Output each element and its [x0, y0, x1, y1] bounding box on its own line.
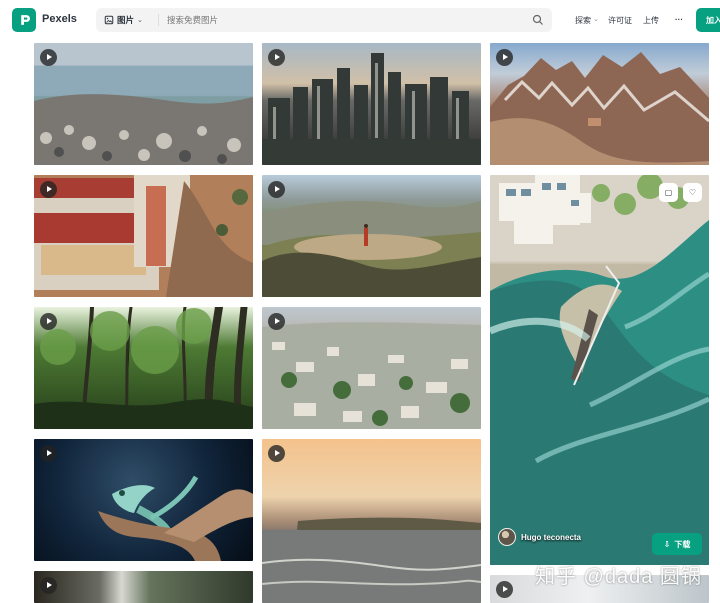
- play-icon[interactable]: [268, 181, 285, 198]
- castle-aerial-image: [34, 175, 253, 297]
- video-tile-hill-lookout[interactable]: [262, 175, 481, 297]
- search-divider: [158, 14, 159, 26]
- watermark: 知乎 @dada 圆锅: [535, 566, 702, 588]
- forest-image: [34, 307, 253, 429]
- collection-icon[interactable]: ▢: [659, 183, 678, 202]
- play-icon[interactable]: [268, 313, 285, 330]
- play-icon[interactable]: [496, 581, 513, 598]
- download-button[interactable]: ⇩ 下载: [652, 533, 702, 555]
- video-tile-city-skyline[interactable]: [262, 43, 481, 165]
- video-tile-forest[interactable]: [34, 307, 253, 429]
- heart-icon[interactable]: ♡: [683, 183, 702, 202]
- video-tile-coastal-resort[interactable]: ▢ ♡ Hugo teconecta ⇩ 下载: [490, 175, 709, 565]
- chevron-down-icon: ⌄: [137, 17, 143, 24]
- play-icon[interactable]: [40, 577, 57, 594]
- video-tile-waterfall[interactable]: [34, 571, 253, 603]
- brand-name[interactable]: Pexels: [42, 13, 77, 25]
- nav-explore[interactable]: 探索: [575, 15, 591, 26]
- search-input[interactable]: 搜索免费图片: [167, 14, 218, 26]
- play-icon[interactable]: [40, 181, 57, 198]
- mountain-peaks-image: [490, 52, 709, 165]
- author-info[interactable]: Hugo teconecta: [498, 528, 581, 546]
- nav-upload[interactable]: 上传: [643, 15, 659, 26]
- play-icon[interactable]: [40, 313, 57, 330]
- more-menu-button[interactable]: ···: [675, 15, 683, 24]
- search-bar[interactable]: 图片 ⌄ 搜索免费图片: [96, 8, 552, 32]
- video-tile-aerial-city[interactable]: [262, 307, 481, 429]
- sunset-sea-image: [262, 517, 481, 603]
- video-tile-castle-aerial[interactable]: [34, 175, 253, 297]
- avatar: [498, 528, 516, 546]
- aerial-city-image: [262, 322, 481, 429]
- play-icon[interactable]: [268, 49, 285, 66]
- join-button[interactable]: 加入: [696, 8, 720, 32]
- video-tile-mountain-peaks[interactable]: [490, 43, 709, 165]
- video-tile-beach-stones[interactable]: [34, 43, 253, 165]
- beach-stones-image: [34, 94, 253, 165]
- author-name: Hugo teconecta: [521, 532, 582, 542]
- search-icon[interactable]: [532, 14, 544, 26]
- pexels-logo[interactable]: [12, 8, 36, 32]
- play-icon[interactable]: [268, 445, 285, 462]
- play-icon[interactable]: [40, 49, 57, 66]
- image-icon: [104, 15, 114, 25]
- chevron-down-icon: ⌄: [593, 16, 599, 23]
- nav-license[interactable]: 许可证: [608, 15, 632, 26]
- video-tile-sunset-sea[interactable]: [262, 439, 481, 603]
- top-navigation: Pexels 图片 ⌄ 搜索免费图片 探索 ⌄ 许可证 上传 ··· 加入: [0, 0, 720, 40]
- download-label: 下载: [674, 539, 691, 549]
- hill-lookout-image: [262, 201, 481, 297]
- coastal-resort-image: [490, 175, 709, 565]
- video-tile-chameleon[interactable]: [34, 439, 253, 561]
- download-icon: ⇩: [663, 539, 671, 549]
- play-icon[interactable]: [40, 445, 57, 462]
- chameleon-image: [98, 475, 253, 561]
- city-skyline-image: [262, 53, 481, 165]
- pexels-logo-icon: [21, 15, 30, 25]
- media-type-filter[interactable]: 图片 ⌄: [104, 13, 143, 27]
- play-icon[interactable]: [496, 49, 513, 66]
- media-type-label: 图片: [117, 15, 135, 25]
